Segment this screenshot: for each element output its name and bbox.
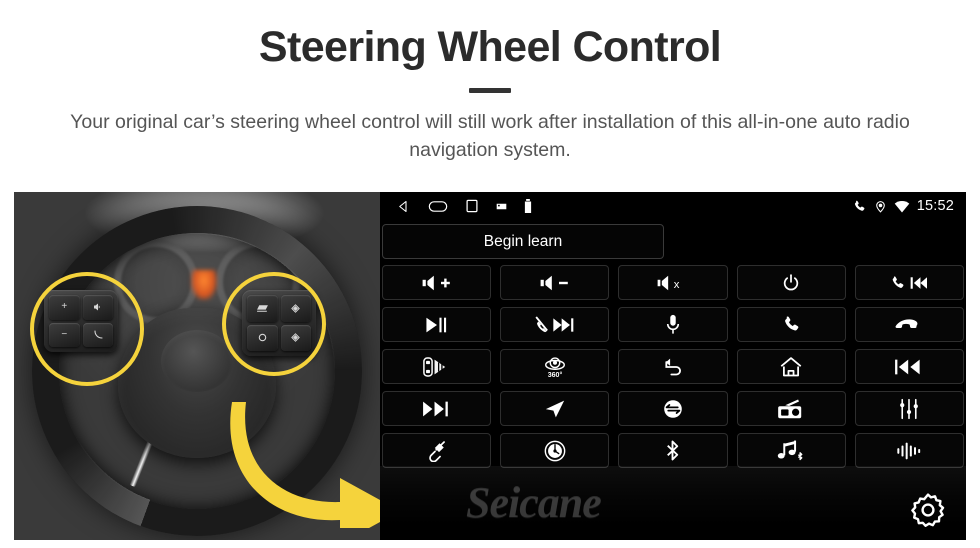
- begin-learn-button[interactable]: Begin learn: [382, 224, 664, 259]
- speaker-minus-icon: [540, 275, 568, 290]
- usb-button[interactable]: [382, 433, 492, 468]
- home-icon[interactable]: [428, 200, 448, 213]
- location-icon: [875, 200, 885, 213]
- learn-button-row: Begin learn: [380, 220, 966, 265]
- bluetooth-button[interactable]: [618, 433, 728, 468]
- power-icon: [783, 273, 799, 290]
- steering-wheel-photo: + −: [14, 192, 380, 540]
- home-button[interactable]: [736, 349, 846, 384]
- back-button[interactable]: [618, 349, 728, 384]
- svg-text:360°: 360°: [547, 371, 562, 379]
- phone-signal-icon: [854, 200, 865, 211]
- equalizer-button[interactable]: [854, 391, 964, 426]
- power-button[interactable]: [736, 265, 846, 300]
- disc-button[interactable]: [500, 433, 610, 468]
- media-row: + − 15:52 Begin learn x 360° Seicane: [14, 192, 966, 540]
- voice-wave-icon: [897, 442, 921, 459]
- home-outline-icon: [780, 356, 802, 376]
- gear-icon: [911, 493, 945, 527]
- recents-icon[interactable]: [465, 199, 479, 213]
- disc-icon: [544, 440, 566, 461]
- microphone-icon: [666, 314, 680, 334]
- equalizer-icon: [900, 398, 919, 419]
- next-track-button[interactable]: [382, 391, 492, 426]
- steering-wheel-key-grid: x 360°: [380, 265, 966, 468]
- voice-mic-button[interactable]: [618, 307, 728, 342]
- car-radar-icon: [422, 356, 445, 377]
- phone-icon: [784, 316, 799, 331]
- usb-drive-icon[interactable]: [524, 199, 532, 213]
- hangup-next-button[interactable]: [500, 307, 610, 342]
- page-root: Steering Wheel Control Your original car…: [0, 0, 980, 548]
- wifi-icon: [894, 200, 909, 212]
- bluetooth-music-icon: [777, 440, 803, 460]
- hangup-next-icon: [535, 315, 574, 332]
- page-subtitle: Your original car’s steering wheel contr…: [70, 110, 910, 161]
- highlight-circle-left-controls: [30, 272, 144, 386]
- status-bar-system-icons: 15:52: [852, 198, 954, 214]
- back-arrow-icon: [665, 358, 681, 375]
- camera-360-icon: 360°: [544, 356, 565, 379]
- navigation-button[interactable]: [500, 391, 610, 426]
- brand-watermark-text: Seicane: [466, 478, 602, 527]
- volume-up-button[interactable]: [382, 265, 492, 300]
- radio-button[interactable]: [736, 391, 846, 426]
- next-track-icon: [422, 401, 448, 416]
- radio-icon: [778, 398, 802, 418]
- bluetooth-icon: [667, 440, 679, 461]
- play-pause-icon: [426, 317, 446, 332]
- answer-previous-button[interactable]: [854, 265, 964, 300]
- head-unit-screen: 15:52 Begin learn x 360° Seicane: [380, 192, 966, 540]
- call-button[interactable]: [736, 307, 846, 342]
- hangup-button[interactable]: [854, 307, 964, 342]
- speaker-plus-icon: [422, 275, 450, 290]
- sd-card-icon[interactable]: [496, 201, 507, 212]
- back-icon[interactable]: [396, 199, 411, 214]
- parking-radar-button[interactable]: [382, 349, 492, 384]
- volume-down-button[interactable]: [500, 265, 610, 300]
- phone-hangup-icon: [895, 318, 918, 328]
- airbag-cover: [161, 330, 233, 392]
- status-bar-nav-icons: [396, 199, 532, 214]
- page-header: Steering Wheel Control Your original car…: [0, 0, 980, 164]
- previous-track-icon: [895, 359, 921, 374]
- usb-plug-icon: [428, 440, 445, 462]
- source-switch-button[interactable]: [618, 391, 728, 426]
- svg-text:x: x: [674, 278, 680, 290]
- yellow-arrow: [228, 378, 380, 540]
- voice-wave-button[interactable]: [854, 433, 964, 468]
- navigation-arrow-icon: [545, 400, 564, 417]
- speaker-mute-icon: x: [657, 275, 680, 290]
- status-bar-clock: 15:52: [916, 198, 954, 214]
- highlight-circle-right-controls: [222, 272, 326, 376]
- page-title: Steering Wheel Control: [258, 23, 722, 71]
- source-swap-icon: [664, 399, 682, 418]
- panorama-360-button[interactable]: 360°: [500, 349, 610, 384]
- previous-track-button[interactable]: [854, 349, 964, 384]
- bluetooth-music-button[interactable]: [736, 433, 846, 468]
- title-divider: [469, 87, 511, 93]
- android-status-bar: 15:52: [380, 192, 966, 220]
- mute-button[interactable]: x: [618, 265, 728, 300]
- curved-arrow-icon: [230, 402, 380, 540]
- settings-button[interactable]: [908, 490, 948, 530]
- phone-prev-icon: [893, 276, 928, 289]
- play-pause-button[interactable]: [382, 307, 492, 342]
